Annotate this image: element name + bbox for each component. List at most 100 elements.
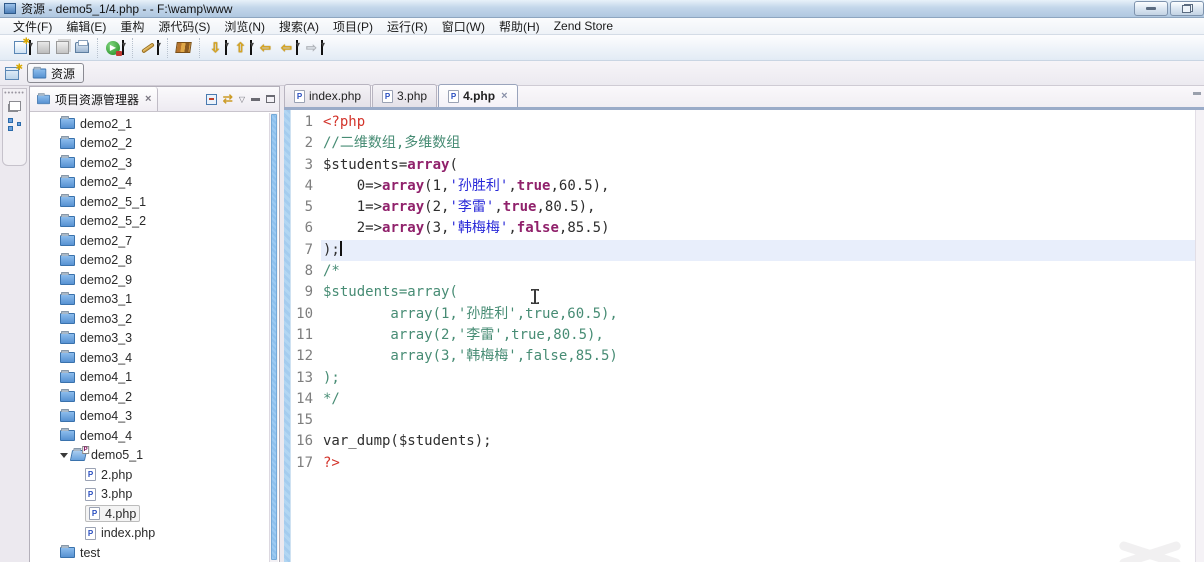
- tree-item-test[interactable]: test: [30, 543, 279, 562]
- menu-item[interactable]: 文件(F): [6, 17, 59, 36]
- code-line-1[interactable]: 1 <?php: [291, 112, 1195, 133]
- next-edit-location-button[interactable]: ⇧ ▾: [232, 38, 254, 58]
- tree-item-3.php[interactable]: P 3.php: [30, 485, 279, 505]
- code-line-14[interactable]: 14 */: [291, 389, 1195, 410]
- code-line-7[interactable]: 7);: [291, 239, 1195, 262]
- dropdown-caret-icon[interactable]: ▾: [250, 40, 254, 55]
- dropdown-caret-icon[interactable]: ▾: [157, 40, 161, 55]
- tree-item-demo2_7[interactable]: demo2_7: [30, 231, 279, 251]
- dropdown-caret-icon[interactable]: ▾: [296, 40, 300, 55]
- menu-item[interactable]: 重构: [113, 17, 151, 36]
- link-with-editor-icon[interactable]: ⇄: [223, 92, 233, 106]
- code-line-16[interactable]: 16 var_dump($students);: [291, 431, 1195, 452]
- perspective-resource-button[interactable]: 资源: [27, 63, 85, 83]
- line-number[interactable]: 11: [291, 325, 321, 346]
- debug-run-button[interactable]: ▶ ▾: [105, 38, 126, 58]
- tree-item-demo4_2[interactable]: demo4_2: [30, 387, 279, 407]
- line-number[interactable]: 14: [291, 389, 321, 410]
- drag-grip[interactable]: ••••••: [4, 90, 25, 97]
- dropdown-caret-icon[interactable]: ▾: [122, 40, 126, 55]
- menu-item[interactable]: 源代码(S): [151, 17, 217, 36]
- library-button[interactable]: [175, 38, 192, 58]
- code-line-9[interactable]: 9 $students=array(: [291, 282, 1195, 303]
- dropdown-caret-icon[interactable]: ▾: [321, 40, 325, 55]
- code-line-5[interactable]: 5 1=>array(2,'李雷',true,80.5),: [291, 197, 1195, 218]
- code-line-10[interactable]: 10 array(1,'孙胜利',true,60.5),: [291, 304, 1195, 325]
- code-line-15[interactable]: 15: [291, 410, 1195, 431]
- tree-item-demo2_4[interactable]: demo2_4: [30, 173, 279, 193]
- tree-item-demo5_1[interactable]: Pdemo5_1: [30, 445, 279, 466]
- line-number[interactable]: 1: [291, 112, 321, 133]
- print-button[interactable]: [74, 38, 90, 58]
- restore-button[interactable]: [1170, 1, 1204, 16]
- tree-item-demo3_2[interactable]: demo3_2: [30, 309, 279, 329]
- tab-close-icon[interactable]: ×: [501, 90, 507, 102]
- line-number[interactable]: 4: [291, 176, 321, 197]
- dropdown-caret-icon[interactable]: ▾: [225, 40, 229, 55]
- back-button[interactable]: ⇦ ▾: [278, 38, 300, 58]
- line-number[interactable]: 16: [291, 431, 321, 452]
- explorer-scrollbar-thumb[interactable]: [271, 114, 277, 560]
- line-number[interactable]: 7: [291, 240, 321, 261]
- tree-item-4.php[interactable]: P 4.php: [30, 504, 279, 524]
- maximize-view-icon[interactable]: [266, 95, 275, 103]
- menu-item[interactable]: 搜索(A): [272, 17, 326, 36]
- tree-item-demo3_3[interactable]: demo3_3: [30, 329, 279, 349]
- open-perspective-icon[interactable]: [5, 62, 23, 80]
- minimize-view-icon[interactable]: [251, 97, 260, 101]
- tree-item-index.php[interactable]: Pindex.php: [30, 524, 279, 544]
- menu-item[interactable]: 窗口(W): [435, 17, 492, 36]
- minimize-button[interactable]: [1134, 1, 1168, 16]
- tree-item-2.php[interactable]: P 2.php: [30, 465, 279, 485]
- restore-view-icon[interactable]: [8, 101, 21, 111]
- menu-item[interactable]: 编辑(E): [59, 17, 113, 36]
- tree-item-demo3_4[interactable]: demo3_4: [30, 348, 279, 368]
- menu-item[interactable]: Zend Store: [547, 18, 620, 34]
- code-line-13[interactable]: 13);: [291, 368, 1195, 389]
- tree-item-demo4_4[interactable]: demo4_4: [30, 426, 279, 446]
- editor-minimize-icon[interactable]: [1193, 92, 1201, 95]
- line-number[interactable]: 2: [291, 133, 321, 154]
- tab-project-explorer[interactable]: 项目资源管理器 ×: [30, 87, 159, 111]
- tree-item-demo2_1[interactable]: demo2_1: [30, 114, 279, 134]
- new-wizard-button[interactable]: ▾: [13, 36, 33, 58]
- line-number[interactable]: 15: [291, 410, 321, 431]
- editor-scrollbar[interactable]: [1195, 110, 1204, 562]
- code-line-11[interactable]: 11 array(2,'李雷',true,80.5),: [291, 325, 1195, 346]
- menu-item[interactable]: 浏览(N): [217, 17, 272, 36]
- last-edit-location-button[interactable]: ⇩ ▾: [207, 38, 229, 58]
- code-line-3[interactable]: 3 $students=array(: [291, 155, 1195, 176]
- line-number[interactable]: 10: [291, 304, 321, 325]
- menu-item[interactable]: 帮助(H): [492, 17, 547, 36]
- outline-view-icon[interactable]: [8, 118, 21, 132]
- line-number[interactable]: 9: [291, 282, 321, 303]
- expander-icon[interactable]: [60, 452, 68, 458]
- tree-item-demo2_9[interactable]: demo2_9: [30, 270, 279, 290]
- code-line-12[interactable]: 12 array(3,'韩梅梅',false,85.5): [291, 346, 1195, 367]
- code-line-6[interactable]: 6 2=>array(3,'韩梅梅',false,85.5): [291, 218, 1195, 239]
- line-number[interactable]: 5: [291, 197, 321, 218]
- line-number[interactable]: 3: [291, 155, 321, 176]
- editor-tab-3.php[interactable]: P 3.php: [372, 84, 438, 107]
- code-editor[interactable]: 1 <?php 2//二维数组,多维数组 3 $students=array(4 0=>…: [284, 110, 1204, 562]
- line-number[interactable]: 6: [291, 218, 321, 239]
- back-to-last-edit-button[interactable]: ⇦: [257, 38, 274, 58]
- view-menu-icon[interactable]: ▽: [239, 95, 245, 104]
- tree-item-demo2_5_1[interactable]: demo2_5_1: [30, 192, 279, 212]
- tree-item-demo3_1[interactable]: demo3_1: [30, 290, 279, 310]
- editor-tab-index.php[interactable]: Pindex.php: [284, 84, 372, 107]
- tree-item-demo2_3[interactable]: demo2_3: [30, 153, 279, 173]
- menu-item[interactable]: 运行(R): [380, 17, 435, 36]
- tree-item-demo4_1[interactable]: demo4_1: [30, 368, 279, 388]
- line-number[interactable]: 12: [291, 346, 321, 367]
- tree-item-demo2_2[interactable]: demo2_2: [30, 134, 279, 154]
- code-line-2[interactable]: 2//二维数组,多维数组: [291, 133, 1195, 154]
- code-line-8[interactable]: 8/*: [291, 261, 1195, 282]
- code-line-4[interactable]: 4 0=>array(1,'孙胜利',true,60.5),: [291, 176, 1195, 197]
- code-line-17[interactable]: 17 ?>: [291, 453, 1195, 474]
- editor-tab-4.php[interactable]: P 4.php ×: [438, 84, 518, 107]
- edit-marker-button[interactable]: ▾: [140, 38, 161, 58]
- collapse-all-icon[interactable]: [205, 93, 217, 105]
- tree-item-demo4_3[interactable]: demo4_3: [30, 407, 279, 427]
- quick-diff-ruler[interactable]: [284, 110, 291, 562]
